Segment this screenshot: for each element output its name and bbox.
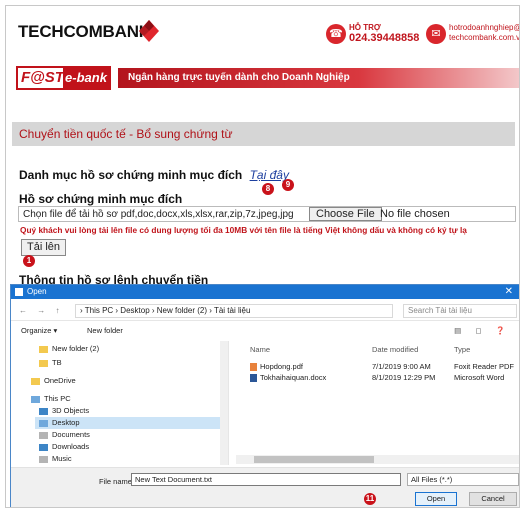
file-type-select[interactable]: All Files (*.*) [407,473,519,486]
banner: F@ST e-bank Ngân hàng trực tuyến dành ch… [6,64,519,92]
column-name[interactable]: Name [250,345,270,354]
support-email-line2: techcombank.com.vn [449,33,520,42]
close-icon[interactable]: ✕ [505,285,513,299]
file-type: Foxit Reader PDF [454,362,515,371]
step-badge-8: 8 [262,183,274,195]
organize-button[interactable]: Organize ▾ [21,323,57,339]
doc-list-row: Danh mục hồ sơ chứng minh mục đích Tại đ… [19,168,289,182]
page-frame: TECHCOMBANK ☎ HỖ TRỢ 024.39448858 ✉ hotr… [5,5,520,508]
path-breadcrumb[interactable]: › This PC › Desktop › New folder (2) › T… [75,304,393,318]
open-button[interactable]: Open [415,492,457,506]
folder-icon [39,345,48,353]
nav-item-this-pc[interactable]: This PC [31,393,71,405]
address-bar: ← → ↑ › This PC › Desktop › New folder (… [11,301,519,321]
desktop-icon [39,419,48,427]
horizontal-scrollbar[interactable] [236,455,519,464]
scroll-thumb[interactable] [254,456,374,463]
nav-item-tb[interactable]: TB [39,357,62,369]
brand-logo-icon [139,20,159,42]
nav-item-onedrive[interactable]: OneDrive [31,375,76,387]
requirement-label: Hồ sơ chứng minh mục đích [19,192,183,206]
step-badge-9: 9 [282,179,294,191]
new-folder-button[interactable]: New folder [87,323,123,339]
hotline-number: 024.39448858 [349,32,420,44]
dialog-toolbar: Organize ▾ New folder ▤ ◻ ❓ [11,323,519,339]
nav-arrows-icon[interactable]: ← → ↑ [19,306,63,315]
view-options-icon[interactable]: ▤ ◻ ❓ [454,323,511,339]
column-date[interactable]: Date modified [372,345,418,354]
dialog-footer: File name: New Text Document.txt All Fil… [11,467,519,507]
nav-scrollbar[interactable] [220,341,228,465]
nav-item-music[interactable]: Music [39,453,72,465]
cube-icon [39,407,48,415]
music-icon [39,455,48,463]
support-email-line1: hotrodoanhnghiep@ [449,23,520,32]
file-date: 8/1/2019 12:29 PM [372,373,436,382]
document-icon [39,431,48,439]
file-list: Name Date modified Type Hopdong.pdf 7/1/… [236,341,519,465]
upload-button[interactable]: Tải lên [21,239,67,256]
brand-logo-text: TECHCOMBANK [18,22,151,41]
tagline: Ngân hàng trực tuyến dành cho Doanh Nghi… [128,72,350,83]
nav-item-documents[interactable]: Documents [39,429,90,441]
nav-item-desktop[interactable]: Desktop [35,417,220,429]
tagline-bar: Ngân hàng trực tuyến dành cho Doanh Nghi… [118,68,519,88]
column-type[interactable]: Type [454,345,470,354]
choose-file-button[interactable]: Choose File [309,207,382,221]
open-file-dialog: Open ✕ ← → ↑ › This PC › Desktop › New f… [10,284,519,507]
file-date: 7/1/2019 9:00 AM [372,362,431,371]
step-badge-1: 1 [23,255,35,267]
word-icon [250,374,257,383]
dialog-title: Open [27,287,47,296]
section-title: Chuyển tiền quốc tế - Bổ sung chứng từ [12,122,515,146]
file-row[interactable]: Tokhaihaiquan.docx [250,372,326,383]
phone-icon: ☎ [326,24,346,44]
file-name-input[interactable]: New Text Document.txt [131,473,401,486]
no-file-text: No file chosen [380,208,450,220]
folder-icon [31,377,40,385]
cancel-button[interactable]: Cancel [469,492,517,506]
fast-ebank-logo: F@ST e-bank [16,66,111,90]
fast-logo-text: F@ST [21,69,64,86]
file-select-row: Chọn file để tải hồ sơ pdf,doc,docx,xls,… [18,206,516,222]
file-row[interactable]: Hopdong.pdf [250,361,303,372]
step-badge-11: 11 [364,493,376,505]
mail-icon: ✉ [426,24,446,44]
ebank-logo-text: e-bank [63,67,109,89]
header: TECHCOMBANK ☎ HỖ TRỢ 024.39448858 ✉ hotr… [6,6,519,60]
doc-list-label: Danh mục hồ sơ chứng minh mục đích [19,168,243,182]
download-icon [39,443,48,451]
dialog-titlebar: Open ✕ [11,285,519,299]
nav-item-new-folder[interactable]: New folder (2) [39,343,99,355]
pdf-icon [250,363,257,372]
hotline-label: HỖ TRỢ [349,23,381,32]
file-name-label: File name: [99,477,135,486]
computer-icon [31,395,40,403]
folder-icon [39,359,48,367]
nav-item-3d-objects[interactable]: 3D Objects [39,405,89,417]
nav-item-downloads[interactable]: Downloads [39,441,89,453]
window-icon [15,288,23,296]
file-type-hint: Chọn file để tải hồ sơ pdf,doc,docx,xls,… [23,209,294,220]
file-type: Microsoft Word [454,373,505,382]
upload-warning: Quý khách vui lòng tải lên file có dung … [20,225,467,235]
nav-pane: New folder (2) TB OneDrive This PC 3D Ob… [11,341,229,465]
search-input[interactable]: Search Tài tài liệu [403,304,517,318]
